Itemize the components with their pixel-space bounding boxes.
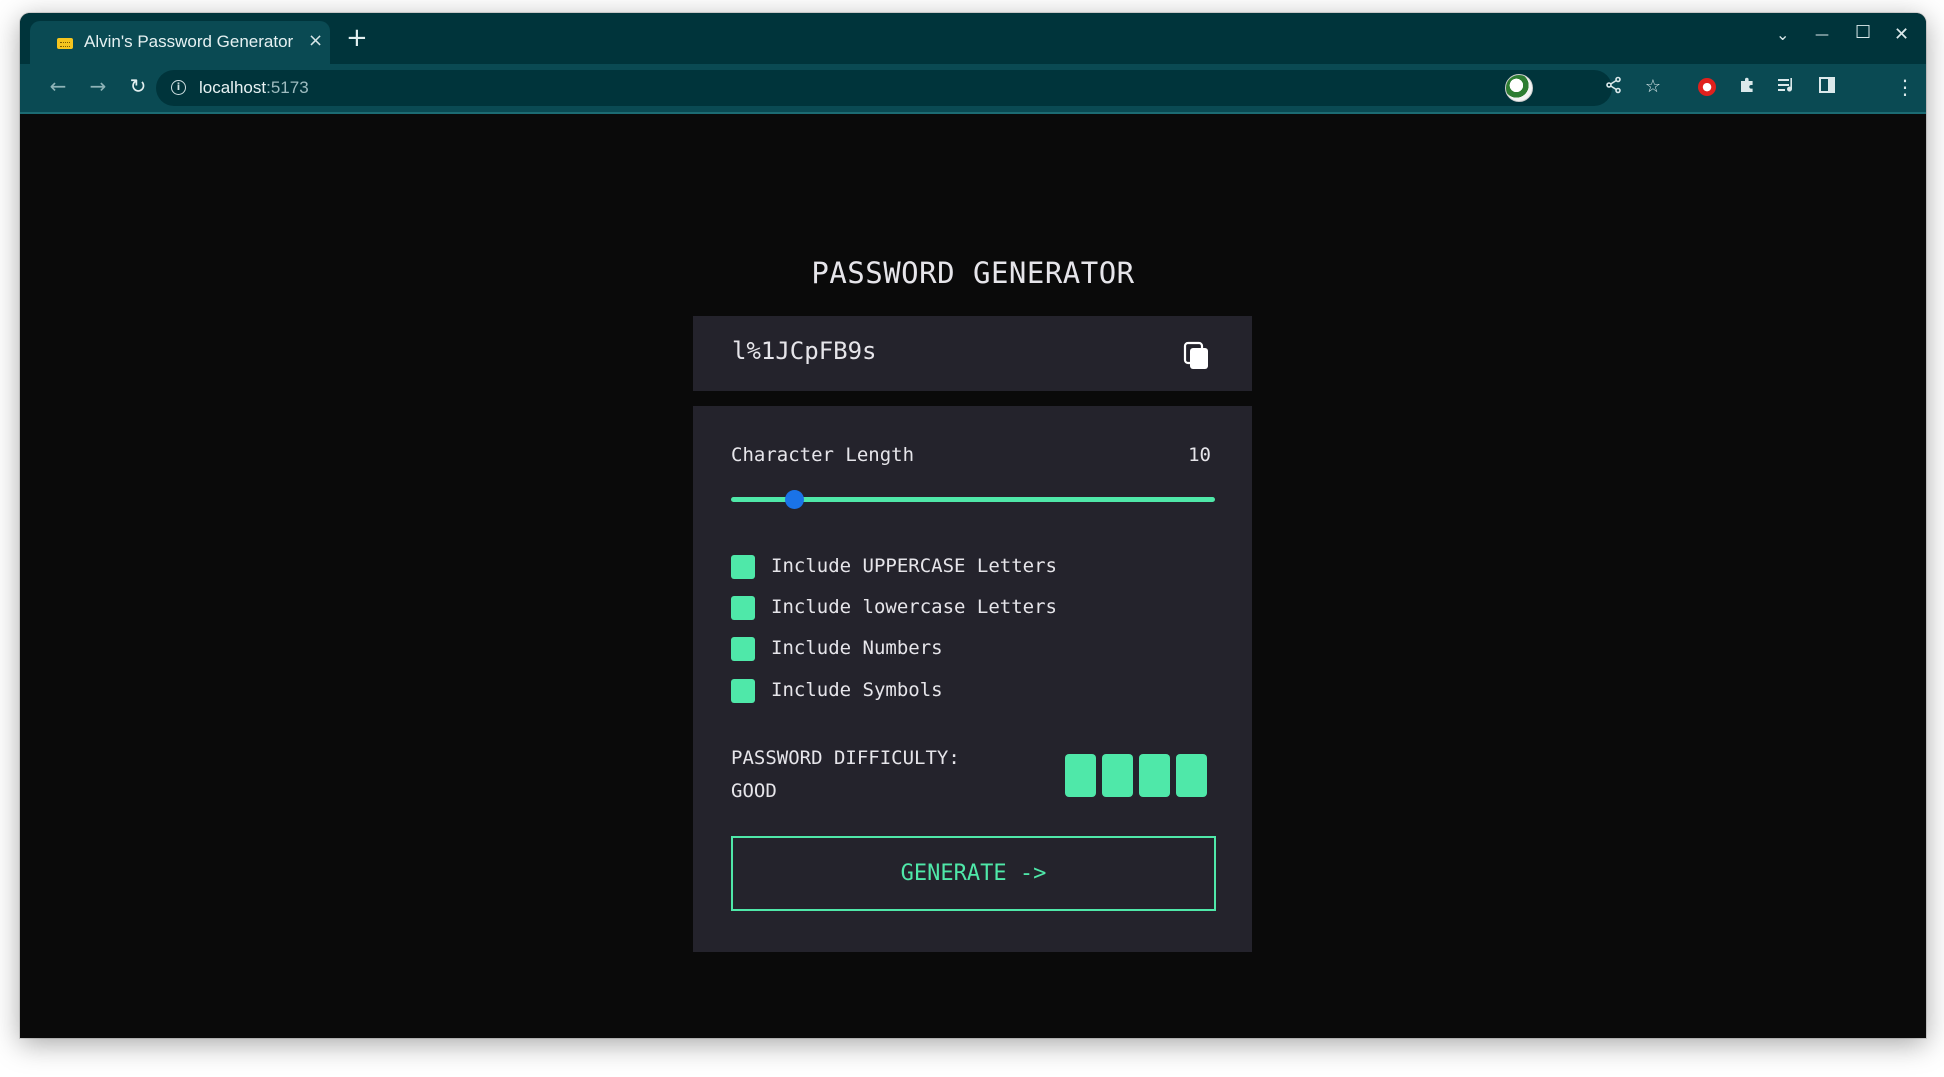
- length-label: Character Length: [731, 444, 915, 466]
- tab-title: Alvin's Password Generator: [84, 32, 294, 51]
- settings-panel: Character Length 10 Include UPPERCASE Le…: [693, 406, 1252, 952]
- copy-icon[interactable]: [1183, 341, 1211, 371]
- address-bar[interactable]: i localhost:5173: [156, 70, 1612, 106]
- site-info-icon[interactable]: i: [171, 80, 186, 95]
- slider-thumb[interactable]: [784, 490, 804, 509]
- reload-icon[interactable]: ↻: [126, 74, 150, 98]
- lowercase-checkbox[interactable]: [731, 596, 755, 620]
- uppercase-checkbox[interactable]: [731, 555, 755, 579]
- url-port: :5173: [266, 78, 309, 97]
- tab-strip: Alvin's Password Generator × + ⌄ — ☐ ✕: [20, 13, 1926, 64]
- tab-close-icon[interactable]: ×: [308, 30, 323, 52]
- profile-avatar[interactable]: [1505, 74, 1533, 102]
- menu-icon[interactable]: ⋮: [1894, 76, 1916, 98]
- star-icon[interactable]: ☆: [1642, 76, 1664, 98]
- puzzle-icon[interactable]: [1736, 76, 1758, 98]
- share-icon[interactable]: [1603, 76, 1625, 98]
- url-host: localhost: [199, 78, 267, 97]
- lowercase-label: Include lowercase Letters: [771, 596, 1057, 618]
- symbols-label: Include Symbols: [771, 679, 943, 701]
- generate-button[interactable]: GENERATE ->: [731, 836, 1216, 911]
- uppercase-label: Include UPPERCASE Letters: [771, 555, 1057, 577]
- numbers-checkbox[interactable]: [731, 637, 755, 661]
- media-icon[interactable]: [1776, 76, 1798, 98]
- length-slider[interactable]: [731, 488, 1215, 510]
- difficulty-text: PASSWORD DIFFICULTY: GOOD: [731, 742, 1031, 808]
- difficulty-value: GOOD: [731, 780, 777, 802]
- tab-search-icon[interactable]: ⌄: [1776, 25, 1789, 45]
- symbols-checkbox[interactable]: [731, 679, 755, 703]
- browser-toolbar: ← → ↻ i localhost:5173 ☆ ● ⋮: [20, 64, 1926, 114]
- url-text[interactable]: localhost:5173: [199, 78, 309, 98]
- strength-bar: [1176, 754, 1207, 797]
- back-icon[interactable]: ←: [46, 74, 70, 98]
- password-display: l%1JCpFB9s: [693, 316, 1252, 391]
- tab-password-generator[interactable]: Alvin's Password Generator ×: [30, 21, 330, 64]
- length-value: 10: [1188, 444, 1211, 466]
- minimize-icon[interactable]: —: [1815, 25, 1829, 45]
- maximize-icon[interactable]: ☐: [1855, 23, 1871, 43]
- strength-bar: [1139, 754, 1170, 797]
- strength-bar: [1065, 754, 1096, 797]
- page-title: PASSWORD GENERATOR: [811, 256, 1135, 290]
- numbers-label: Include Numbers: [771, 637, 943, 659]
- page-viewport: PASSWORD GENERATOR l%1JCpFB9s Character …: [20, 114, 1926, 1038]
- extension-red-icon[interactable]: ●: [1698, 78, 1716, 96]
- favicon-icon: [57, 38, 73, 49]
- strength-bar: [1102, 754, 1133, 797]
- difficulty-label: PASSWORD DIFFICULTY:: [731, 747, 960, 769]
- forward-icon[interactable]: →: [86, 74, 110, 98]
- new-tab-icon[interactable]: +: [346, 25, 368, 51]
- close-window-icon[interactable]: ✕: [1894, 25, 1909, 45]
- browser-window: Alvin's Password Generator × + ⌄ — ☐ ✕ ←…: [20, 13, 1926, 1038]
- side-panel-icon[interactable]: [1816, 76, 1838, 98]
- password-text: l%1JCpFB9s: [732, 337, 877, 365]
